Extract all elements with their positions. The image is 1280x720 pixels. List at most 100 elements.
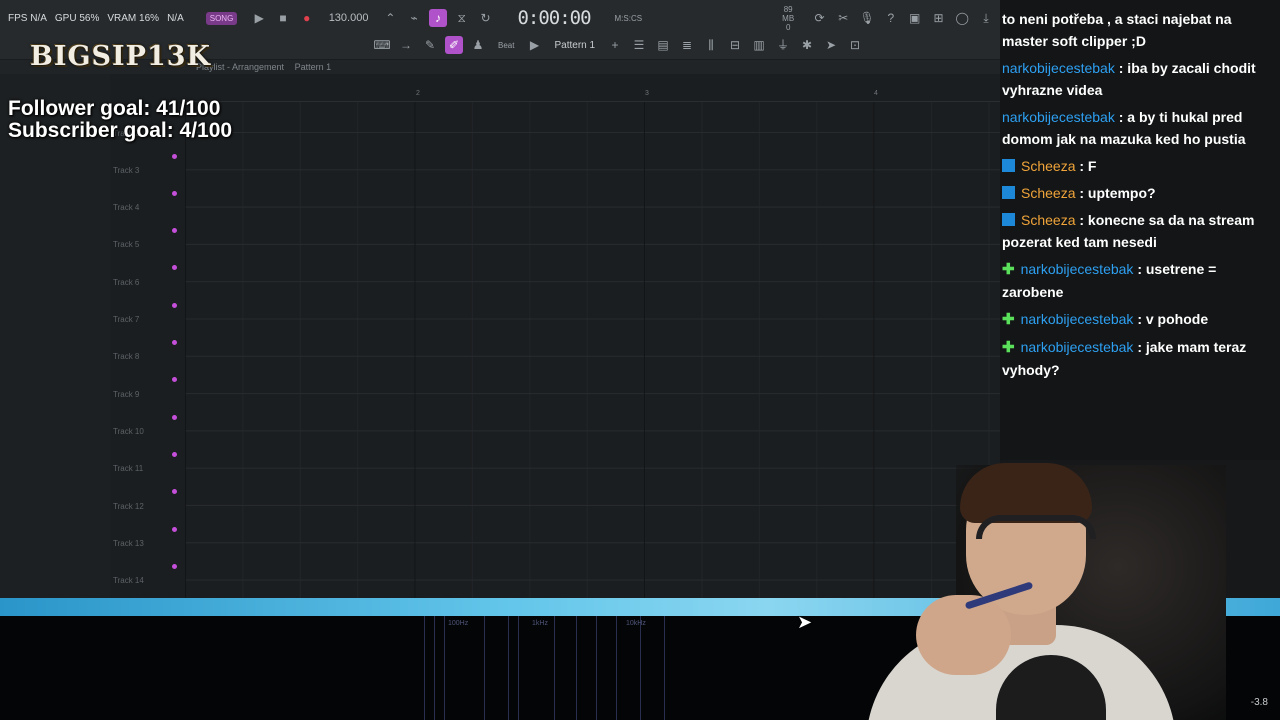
pattern-select[interactable]: Pattern 1 (554, 40, 595, 51)
channel-rack-icon[interactable]: ≣ (678, 36, 696, 54)
prime-badge-icon (1002, 159, 1015, 172)
chat-message: narkobijecestebak : a by ti hukal pred d… (1002, 109, 1246, 147)
level-readout: -3.8 (1250, 697, 1268, 708)
chat-panel: to neni potřeba , a staci najebat na mas… (1000, 0, 1280, 460)
plugin-db-icon[interactable]: ▥ (750, 36, 768, 54)
channel-logo-text: BIGSIP13K (30, 40, 211, 72)
track-header[interactable]: Track 13 (110, 539, 185, 576)
track-mute-dot[interactable] (172, 489, 177, 494)
countdown-icon[interactable]: ⧖ (453, 9, 471, 27)
send-icon[interactable]: ➤ (822, 36, 840, 54)
record-icon[interactable]: ● (298, 9, 316, 27)
download-icon[interactable]: ⤓ (977, 9, 995, 27)
track-header[interactable]: Track 3 (110, 166, 185, 203)
song-time: 0:00:00 (517, 7, 591, 29)
sub-badge-icon: ✚ (1002, 311, 1015, 328)
chat-message: Scheeza : F (1002, 155, 1272, 177)
plug-icon[interactable]: ⏚ (774, 36, 792, 54)
chat-username[interactable]: narkobijecestebak (1021, 261, 1134, 277)
breadcrumb-pattern[interactable]: Pattern 1 (295, 62, 332, 72)
track-mute-dot[interactable] (172, 154, 177, 159)
help-icon[interactable]: ? (882, 9, 900, 27)
pattern-play-icon[interactable]: ▶ (525, 36, 543, 54)
refresh-icon[interactable]: ⟳ (811, 9, 829, 27)
save-icon[interactable]: ▣ (906, 9, 924, 27)
prime-badge-icon (1002, 186, 1015, 199)
paint-icon[interactable]: ✐ (445, 36, 463, 54)
chat-username[interactable]: Scheeza (1021, 185, 1075, 201)
eq-label: 10kHz (626, 620, 646, 627)
track-header[interactable]: Track 4 (110, 203, 185, 240)
track-header[interactable]: Track 7 (110, 315, 185, 352)
sub-badge-icon: ✚ (1002, 339, 1015, 356)
chat-icon[interactable]: ◯ (953, 9, 971, 27)
headphones-icon (976, 515, 1096, 539)
piano-roll-icon[interactable]: ▤ (654, 36, 672, 54)
play-icon[interactable]: ▶ (250, 9, 268, 27)
bar-marker: 2 (416, 90, 420, 97)
keyboard-icon[interactable]: ⌨ (373, 36, 391, 54)
mixer-icon[interactable]: ⫼ (702, 36, 720, 54)
bar-marker: 4 (874, 90, 878, 97)
tempo-display[interactable]: 130.000 (329, 12, 369, 24)
mic-icon[interactable]: 🎙 (858, 9, 876, 27)
track-mute-dot[interactable] (172, 452, 177, 457)
track-mute-dot[interactable] (172, 340, 177, 345)
tools-icon[interactable]: ✱ (798, 36, 816, 54)
track-mute-dot[interactable] (172, 527, 177, 532)
track-mute-dot[interactable] (172, 191, 177, 196)
eq-label: 1kHz (532, 620, 548, 627)
step-edit-icon[interactable]: ♪ (429, 9, 447, 27)
chat-username[interactable]: narkobijecestebak (1021, 339, 1134, 355)
stop-icon[interactable]: ■ (274, 9, 292, 27)
plugin-icon[interactable]: ⊞ (930, 9, 948, 27)
timeline-ruler[interactable]: 2 3 4 (185, 88, 1000, 102)
metronome-icon[interactable]: ⌃ (381, 9, 399, 27)
track-mute-dot[interactable] (172, 377, 177, 382)
chat-username[interactable]: Scheeza (1021, 158, 1075, 174)
webcam-overlay (846, 455, 1226, 720)
playlist-side-panel (0, 74, 110, 598)
memory-stat: 89 MB 0 (782, 4, 795, 32)
add-pattern-icon[interactable]: + (606, 36, 624, 54)
chat-message: Scheeza : uptempo? (1002, 182, 1272, 204)
track-header[interactable]: Track 10 (110, 427, 185, 464)
prime-badge-icon (1002, 213, 1015, 226)
track-list: Track 2 Track 3 Track 4 Track 5 Track 6 … (110, 129, 185, 598)
chat-message: Scheeza : konecne sa da na stream pozera… (1002, 212, 1255, 250)
track-mute-dot[interactable] (172, 265, 177, 270)
track-header[interactable]: Track 6 (110, 278, 185, 315)
track-header[interactable]: Track 8 (110, 352, 185, 389)
track-header[interactable]: Track 11 (110, 464, 185, 501)
chat-message: ✚ narkobijecestebak : jake mam teraz vyho… (1002, 339, 1247, 378)
eq-display: 100Hz 1kHz 10kHz (420, 616, 665, 720)
mouse-cursor-icon: ➤ (797, 612, 813, 632)
follower-goal: Follower goal: 41/100 (8, 97, 221, 120)
track-mute-dot[interactable] (172, 415, 177, 420)
cut-icon[interactable]: ✂ (834, 9, 852, 27)
chat-username[interactable]: narkobijecestebak (1021, 311, 1134, 327)
track-mute-dot[interactable] (172, 228, 177, 233)
track-header[interactable]: Track 12 (110, 502, 185, 539)
toolbar-row-tools: ⌨ → ✎ ✐ ♟ Beat ▶ Pattern 1 + ☰ ▤ ≣ ⫼ ⊟ ▥… (370, 31, 990, 59)
loop-record-icon[interactable]: ↻ (477, 9, 495, 27)
subscriber-goal: Subscriber goal: 4/100 (8, 119, 233, 142)
wait-icon[interactable]: ⌁ (405, 9, 423, 27)
pencil-icon[interactable]: ✎ (421, 36, 439, 54)
arrow-icon[interactable]: → (397, 36, 415, 54)
chat-username[interactable]: narkobijecestebak (1002, 60, 1115, 76)
cart-icon[interactable]: ⊡ (846, 36, 864, 54)
browser-icon[interactable]: ⊟ (726, 36, 744, 54)
chat-username[interactable]: narkobijecestebak (1002, 109, 1115, 125)
stream-screen: FPS N/A GPU 56% VRAM 16% N/A SONG ▶ ■ ● … (0, 0, 1280, 720)
track-mute-dot[interactable] (172, 564, 177, 569)
track-header[interactable]: Track 5 (110, 240, 185, 277)
time-unit: M:S:CS (614, 13, 643, 23)
stamp-icon[interactable]: ♟ (469, 36, 487, 54)
snap-select[interactable]: Beat (498, 41, 514, 50)
chat-username[interactable]: Scheeza (1021, 212, 1075, 228)
track-mute-dot[interactable] (172, 303, 177, 308)
playlist-icon[interactable]: ☰ (630, 36, 648, 54)
chat-message: to neni potřeba , a staci najebat na mas… (1002, 11, 1232, 49)
track-header[interactable]: Track 9 (110, 390, 185, 427)
